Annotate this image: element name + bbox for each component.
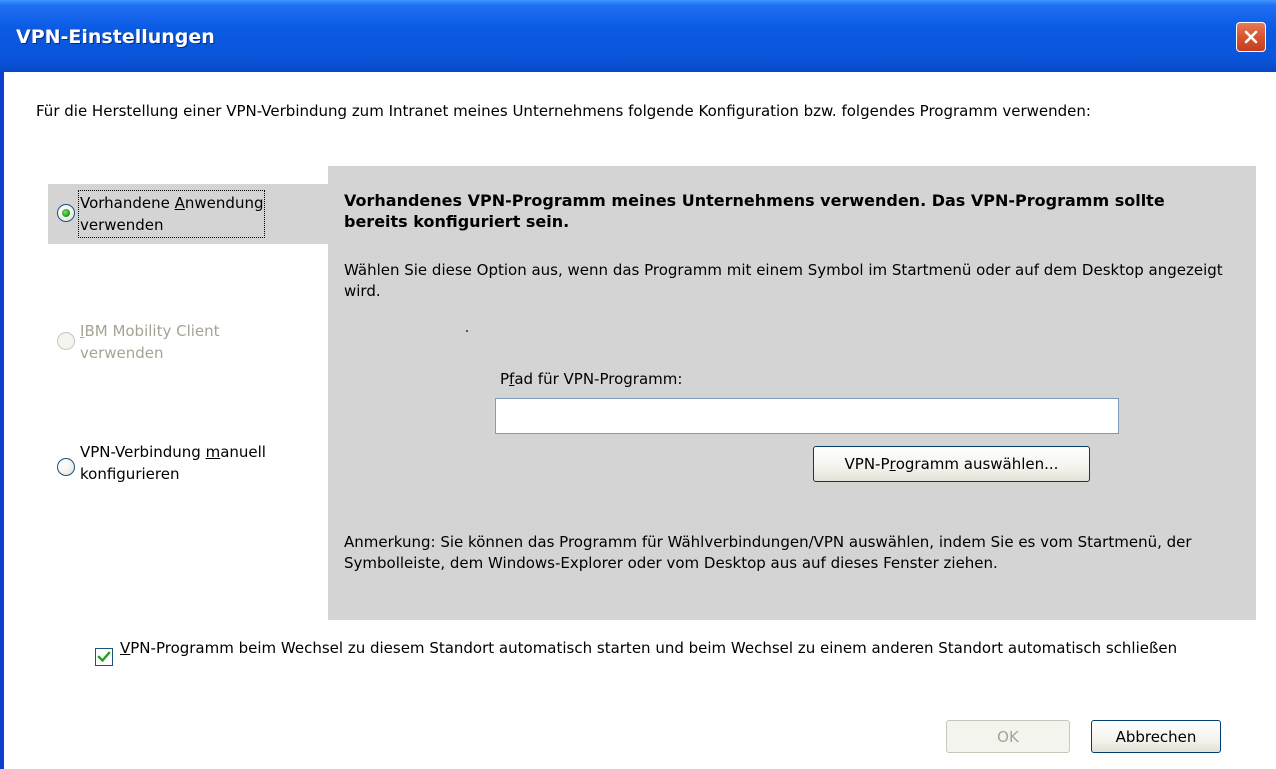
intro-text: Für die Herstellung einer VPN-Verbindung…: [36, 102, 1091, 120]
option-ibm-mobility-client-label: IBM Mobility Client verwenden: [80, 322, 220, 362]
dialog-content: Für die Herstellung einer VPN-Verbindung…: [4, 72, 1276, 769]
radio-dot-icon: [62, 209, 70, 217]
close-icon: [1244, 30, 1258, 44]
option-existing-application-label: Vorhandene Anwendung verwenden: [77, 190, 266, 238]
panel-heading: Vorhandenes VPN-Programm meines Unterneh…: [344, 191, 1165, 231]
vpn-program-path-input[interactable]: [495, 398, 1119, 434]
autostart-label[interactable]: VPN-Programm beim Wechsel zu diesem Stan…: [120, 638, 1240, 659]
panel-description: Wählen Sie diese Option aus, wenn das Pr…: [344, 261, 1223, 300]
radio-existing-application[interactable]: [57, 204, 75, 222]
radio-manual-vpn[interactable]: [57, 458, 75, 476]
title-bar[interactable]: VPN-Einstellungen: [0, 0, 1276, 72]
path-label: Pfad für VPN-Programm:: [500, 370, 683, 388]
option-manual-vpn[interactable]: VPN-Verbindung manuell konfigurieren: [80, 441, 266, 485]
dialog-window: VPN-Einstellungen Für die Herstellung ei…: [0, 0, 1276, 769]
window-title: VPN-Einstellungen: [16, 26, 215, 48]
panel-dot: [466, 330, 468, 332]
ok-button[interactable]: OK: [946, 720, 1070, 753]
option-ibm-mobility-client[interactable]: IBM Mobility Client verwenden: [80, 320, 220, 364]
autostart-checkbox[interactable]: [95, 648, 113, 666]
cancel-button[interactable]: Abbrechen: [1091, 720, 1221, 753]
choose-vpn-program-button[interactable]: VPN-P r ogramm auswählen...: [813, 446, 1090, 482]
panel-note: Anmerkung: Sie können das Programm für W…: [344, 533, 1192, 572]
option-existing-application[interactable]: Vorhandene Anwendung verwenden: [77, 190, 266, 238]
option-manual-vpn-label: VPN-Verbindung manuell konfigurieren: [80, 443, 266, 483]
radio-ibm-mobility-client[interactable]: [57, 332, 75, 350]
check-icon: [97, 651, 111, 663]
close-button[interactable]: [1236, 22, 1266, 52]
